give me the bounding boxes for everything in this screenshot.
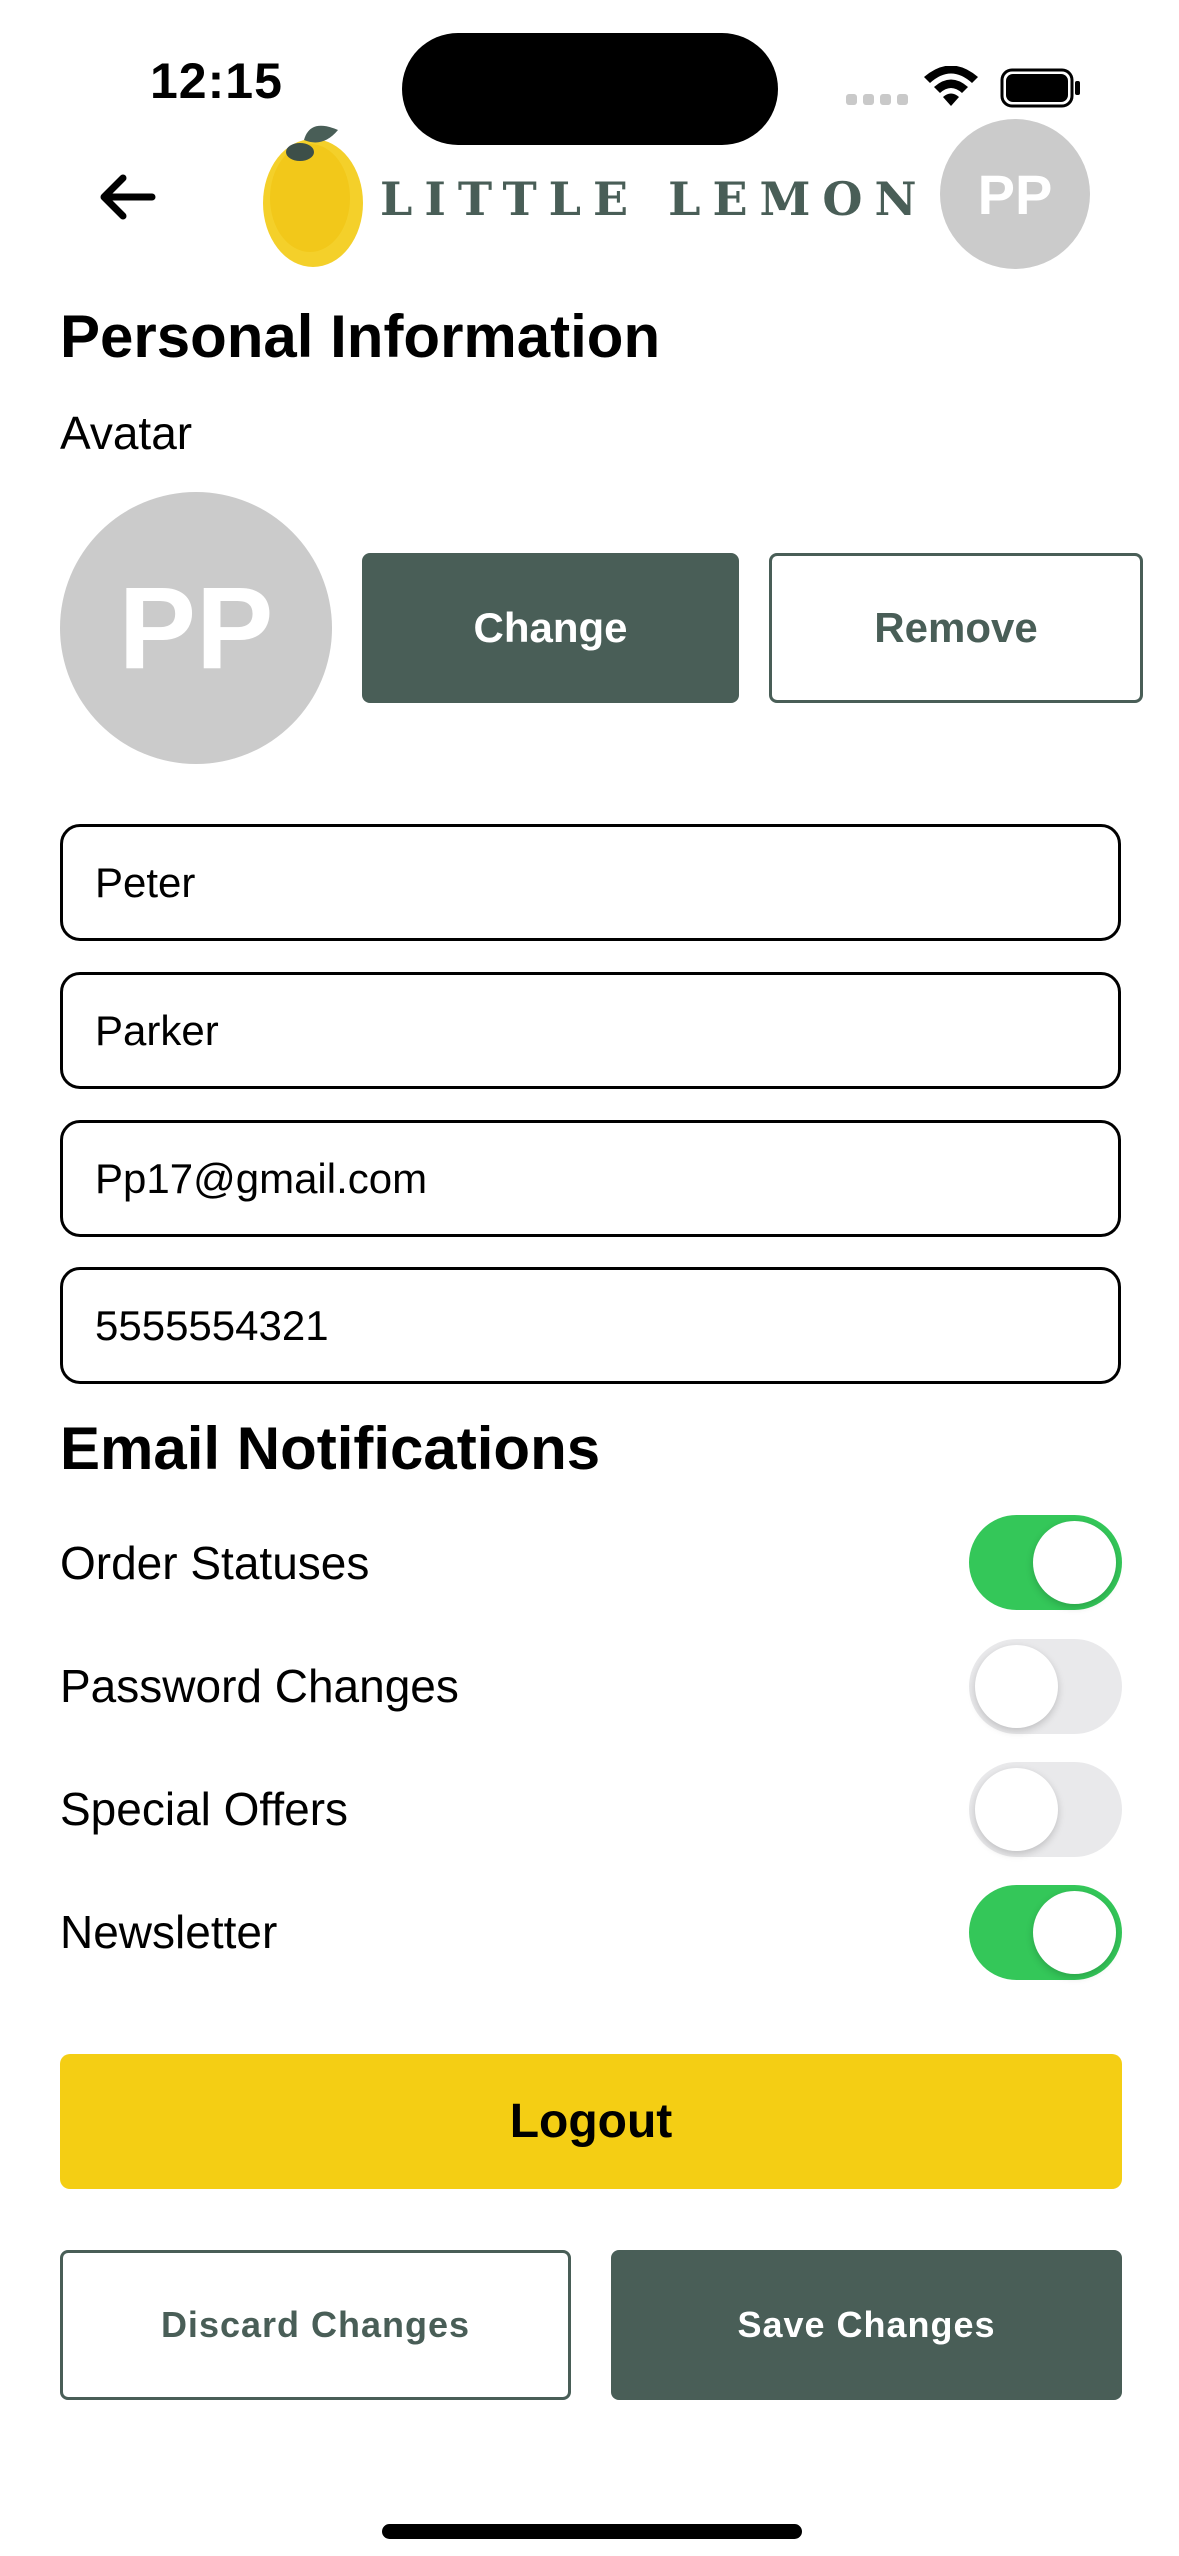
wifi-icon: [922, 65, 980, 110]
discard-changes-button[interactable]: Discard Changes: [60, 2250, 571, 2400]
email-input[interactable]: [95, 1154, 1118, 1203]
email-notifications-title: Email Notifications: [60, 1415, 601, 1482]
special-offers-label: Special Offers: [60, 1783, 349, 1835]
status-time: 12:15: [150, 53, 283, 109]
arrow-left-icon: [100, 174, 156, 220]
newsletter-toggle[interactable]: [969, 1885, 1122, 1980]
logo-text: LITTLE LEMON: [380, 172, 929, 226]
password-changes-label: Password Changes: [60, 1660, 459, 1712]
change-avatar-button[interactable]: Change: [362, 553, 739, 703]
cellular-signal-icon: [846, 94, 908, 106]
phone-input[interactable]: [95, 1301, 1118, 1350]
phone-field[interactable]: [60, 1267, 1121, 1384]
personal-information-title: Personal Information: [60, 303, 661, 370]
back-button[interactable]: [88, 158, 166, 236]
remove-avatar-button[interactable]: Remove: [769, 553, 1143, 703]
battery-icon: [1000, 68, 1082, 108]
save-changes-button[interactable]: Save Changes: [611, 2250, 1122, 2400]
avatar-label: Avatar: [60, 407, 193, 459]
newsletter-label: Newsletter: [60, 1906, 278, 1958]
profile-avatar-button[interactable]: PP: [940, 119, 1090, 269]
first-name-field[interactable]: [60, 824, 1121, 941]
avatar-image: PP: [60, 492, 332, 764]
last-name-input[interactable]: [95, 1006, 1118, 1055]
order-statuses-label: Order Statuses: [60, 1537, 370, 1589]
special-offers-toggle[interactable]: [969, 1762, 1122, 1857]
logout-button[interactable]: Logout: [60, 2054, 1122, 2189]
order-statuses-toggle[interactable]: [969, 1515, 1122, 1610]
last-name-field[interactable]: [60, 972, 1121, 1089]
password-changes-toggle[interactable]: [969, 1639, 1122, 1734]
lemon-icon: [263, 125, 363, 267]
home-indicator[interactable]: [382, 2524, 802, 2539]
first-name-input[interactable]: [95, 858, 1118, 907]
email-field[interactable]: [60, 1120, 1121, 1237]
